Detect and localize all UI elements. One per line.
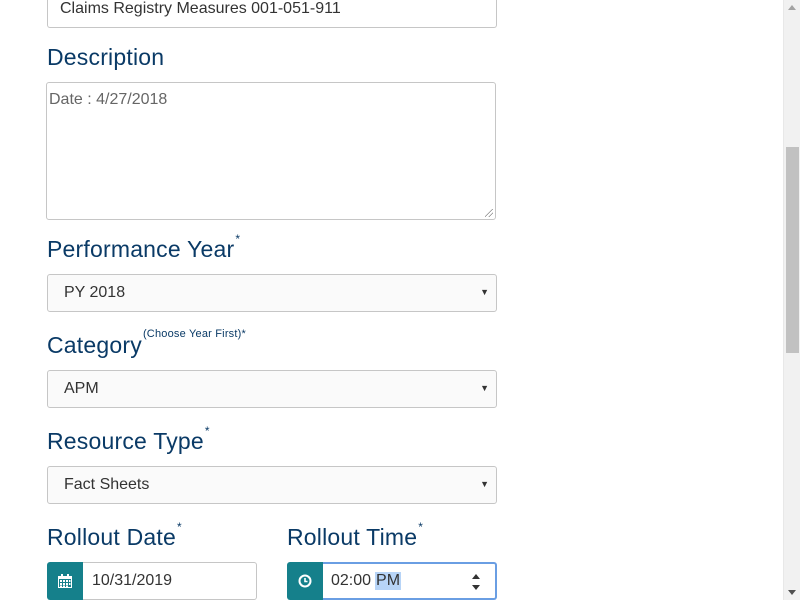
resize-grip-icon[interactable] — [485, 209, 493, 217]
time-spinner-icon[interactable] — [471, 571, 481, 593]
resource-type-label: Resource Type* — [47, 424, 210, 454]
performance-year-select[interactable]: PY 2018 ▼ — [47, 274, 497, 312]
rollout-date-input[interactable]: 10/31/2019 — [83, 562, 257, 600]
title-input-value: Claims Registry Measures 001-051-911 — [60, 0, 341, 17]
rollout-date-value: 10/31/2019 — [92, 572, 173, 589]
dropdown-arrow-icon: ▼ — [480, 383, 489, 393]
resource-type-selected: Fact Sheets — [64, 476, 150, 493]
category-hint: (Choose Year First)* — [142, 328, 246, 340]
dropdown-arrow-icon: ▼ — [480, 287, 489, 297]
required-asterisk: * — [418, 520, 424, 534]
performance-year-label: Performance Year* — [47, 232, 241, 262]
category-select[interactable]: APM ▼ — [47, 370, 497, 408]
dropdown-arrow-icon: ▼ — [480, 479, 489, 489]
performance-year-selected: PY 2018 — [64, 284, 126, 301]
resource-type-select[interactable]: Fact Sheets ▼ — [47, 466, 497, 504]
category-label: Category(Choose Year First)* — [47, 328, 246, 358]
description-label: Description — [47, 44, 165, 70]
page-scrollbar[interactable] — [783, 0, 800, 600]
required-asterisk: * — [235, 232, 241, 246]
category-selected: APM — [64, 380, 99, 397]
clock-icon[interactable] — [287, 562, 323, 600]
title-input[interactable]: Claims Registry Measures 001-051-911 — [47, 0, 497, 28]
required-asterisk: * — [176, 520, 182, 534]
description-textarea[interactable]: Date : 4/27/2018 — [46, 82, 496, 220]
description-value: Date : 4/27/2018 — [49, 91, 168, 108]
scroll-down-arrow-icon[interactable] — [788, 590, 796, 595]
rollout-time-ampm[interactable]: PM — [375, 572, 402, 590]
resource-form-page: Claims Registry Measures 001-051-911 Des… — [0, 0, 800, 600]
rollout-time-value: 02:00 — [331, 572, 372, 589]
rollout-time-input[interactable]: 02:00 PM — [323, 562, 497, 600]
rollout-date-label: Rollout Date* — [47, 520, 182, 550]
calendar-icon[interactable] — [47, 562, 83, 600]
rollout-time-label: Rollout Time* — [287, 520, 424, 550]
scrollbar-thumb[interactable] — [786, 147, 799, 353]
required-asterisk: * — [204, 424, 210, 438]
scroll-up-arrow-icon[interactable] — [788, 5, 796, 10]
